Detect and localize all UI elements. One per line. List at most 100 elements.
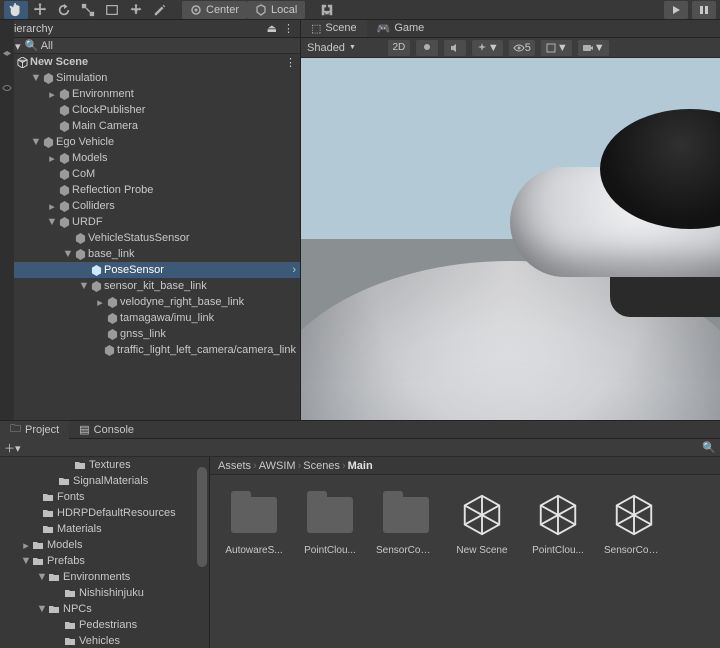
hierarchy-item[interactable]: ▸velodyne_right_base_link bbox=[0, 294, 300, 310]
hierarchy-item[interactable]: ▸Models bbox=[0, 150, 300, 166]
asset-thumb[interactable]: New Scene bbox=[452, 489, 512, 556]
foldout-icon[interactable]: ▼ bbox=[78, 280, 90, 292]
tab-console[interactable]: ▤Console bbox=[69, 421, 144, 439]
scene-context-icon[interactable]: ⋮ bbox=[285, 56, 296, 69]
hierarchy-item[interactable]: tamagawa/imu_link bbox=[0, 310, 300, 326]
project-tree-item[interactable]: Pedestrians bbox=[0, 617, 209, 633]
project-tree-item[interactable]: ▼Environments bbox=[0, 569, 209, 585]
foldout-icon[interactable]: ▼ bbox=[30, 72, 42, 84]
project-tree-item[interactable]: ▼NPCs bbox=[0, 601, 209, 617]
scrollbar-thumb[interactable] bbox=[197, 467, 207, 567]
project-tree-item[interactable]: ▸Models bbox=[0, 537, 209, 553]
layers-icon[interactable] bbox=[2, 50, 12, 63]
move-tool-button[interactable] bbox=[28, 1, 52, 19]
hierarchy-item[interactable]: ▼Ego Vehicle bbox=[0, 134, 300, 150]
camera-toggle[interactable]: ▼ bbox=[578, 40, 609, 56]
hierarchy-item[interactable]: ▼Simulation bbox=[0, 70, 300, 86]
project-tree-item[interactable]: Textures bbox=[0, 457, 209, 473]
hierarchy-item[interactable]: VehicleStatusSensor bbox=[0, 230, 300, 246]
project-tree-item[interactable]: ▼Prefabs bbox=[0, 553, 209, 569]
audio-toggle[interactable] bbox=[444, 40, 466, 56]
foldout-icon[interactable]: ▸ bbox=[46, 88, 58, 101]
project-tree-item[interactable]: Nishishinjuku bbox=[0, 585, 209, 601]
foldout-icon[interactable]: ▸ bbox=[94, 296, 106, 309]
tab-scene[interactable]: ⬚Scene bbox=[301, 20, 367, 37]
foldout-icon[interactable]: ▸ bbox=[46, 152, 58, 165]
asset-grid[interactable]: AutowareS... PointClou... SensorConf... New… bbox=[210, 475, 720, 648]
2d-toggle[interactable]: 2D bbox=[388, 40, 410, 56]
breadcrumb-item[interactable]: AWSIM bbox=[259, 460, 296, 472]
hierarchy-item[interactable]: ▸Environment bbox=[0, 86, 300, 102]
shading-mode-dropdown[interactable]: Shaded▼ bbox=[307, 42, 356, 54]
breadcrumb-item[interactable]: Main bbox=[348, 460, 373, 472]
breadcrumb-item[interactable]: Assets bbox=[218, 460, 251, 472]
gameobject-icon bbox=[90, 264, 102, 276]
rect-tool-button[interactable] bbox=[100, 1, 124, 19]
foldout-icon[interactable]: ▼ bbox=[36, 603, 48, 615]
tab-game[interactable]: 🎮Game bbox=[367, 20, 435, 37]
asset-thumb[interactable]: SensorConf... bbox=[376, 489, 436, 556]
scale-tool-button[interactable] bbox=[76, 1, 100, 19]
gameobject-icon bbox=[74, 248, 86, 260]
folder-icon bbox=[42, 523, 54, 535]
project-tree[interactable]: Textures SignalMaterials Fonts HDRPDefau… bbox=[0, 457, 210, 648]
lighting-toggle[interactable] bbox=[416, 40, 438, 56]
asset-thumb[interactable]: SensorConf... bbox=[604, 489, 664, 556]
pause-button[interactable] bbox=[692, 1, 716, 19]
hierarchy-header[interactable]: Hierarchy ⏏ ⋮ bbox=[0, 20, 300, 38]
project-search[interactable]: 🔍 bbox=[702, 441, 716, 454]
project-tree-item[interactable]: Materials bbox=[0, 521, 209, 537]
gameobject-icon bbox=[58, 168, 70, 180]
fx-toggle[interactable]: ▼ bbox=[472, 40, 503, 56]
foldout-icon[interactable]: ▼ bbox=[30, 136, 42, 148]
create-button[interactable]: ＋▾ bbox=[4, 440, 21, 456]
tab-project[interactable]: 🗀Project bbox=[0, 421, 69, 439]
snap-button[interactable] bbox=[315, 1, 339, 19]
unity-scene-icon bbox=[608, 489, 660, 541]
custom-tool-button[interactable] bbox=[148, 1, 172, 19]
rotate-tool-button[interactable] bbox=[52, 1, 76, 19]
hierarchy-item[interactable]: traffic_light_left_camera/camera_link bbox=[0, 342, 300, 358]
hierarchy-tree[interactable]: ▼ New Scene ⋮ ▼Simulation ▸Environment C… bbox=[0, 54, 300, 420]
asset-thumb[interactable]: AutowareS... bbox=[224, 489, 284, 556]
hidden-toggle[interactable]: 5 bbox=[509, 40, 535, 56]
hierarchy-item[interactable]: gnss_link bbox=[0, 326, 300, 342]
foldout-icon[interactable]: ▼ bbox=[36, 571, 48, 583]
rotation-local-button[interactable]: Local bbox=[247, 1, 305, 19]
chevron-right-icon[interactable]: › bbox=[292, 264, 296, 276]
project-tree-item[interactable]: HDRPDefaultResources bbox=[0, 505, 209, 521]
asset-thumb[interactable]: PointClou... bbox=[528, 489, 588, 556]
lock-icon[interactable]: ⏏ bbox=[267, 22, 277, 35]
foldout-icon[interactable]: ▼ bbox=[62, 248, 74, 260]
project-tree-item[interactable]: Vehicles bbox=[0, 633, 209, 648]
grid-toggle[interactable]: ▼ bbox=[541, 40, 572, 56]
hierarchy-item[interactable]: ▼URDF bbox=[0, 214, 300, 230]
hierarchy-item[interactable]: ▼sensor_kit_base_link bbox=[0, 278, 300, 294]
foldout-icon[interactable]: ▸ bbox=[46, 200, 58, 213]
foldout-icon[interactable]: ▼ bbox=[46, 216, 58, 228]
pivot-center-button[interactable]: Center bbox=[182, 1, 247, 19]
project-tree-item[interactable]: SignalMaterials bbox=[0, 473, 209, 489]
play-button[interactable] bbox=[664, 1, 688, 19]
foldout-icon[interactable]: ▼ bbox=[20, 555, 32, 567]
asset-thumb[interactable]: PointClou... bbox=[300, 489, 360, 556]
scene-viewport[interactable] bbox=[301, 58, 720, 420]
transform-tool-button[interactable] bbox=[124, 1, 148, 19]
hierarchy-menu-icon[interactable]: ⋮ bbox=[283, 22, 294, 35]
scene-row[interactable]: ▼ New Scene ⋮ bbox=[0, 54, 300, 70]
hierarchy-item[interactable]: ▸Colliders bbox=[0, 198, 300, 214]
hierarchy-item[interactable]: Main Camera bbox=[0, 118, 300, 134]
hand-tool-button[interactable] bbox=[4, 1, 28, 19]
eye-icon[interactable] bbox=[2, 83, 12, 96]
hierarchy-item[interactable]: ▼base_link bbox=[0, 246, 300, 262]
project-toolbar: ＋▾ 🔍 bbox=[0, 439, 720, 457]
hierarchy-item[interactable]: ClockPublisher bbox=[0, 102, 300, 118]
hierarchy-item-selected[interactable]: PoseSensor› bbox=[0, 262, 300, 278]
hierarchy-search[interactable]: 🔍 All bbox=[25, 39, 53, 52]
game-tab-icon: 🎮 bbox=[377, 22, 391, 35]
breadcrumb-item[interactable]: Scenes bbox=[303, 460, 340, 472]
hierarchy-item[interactable]: CoM bbox=[0, 166, 300, 182]
foldout-icon[interactable]: ▸ bbox=[20, 539, 32, 552]
project-tree-item[interactable]: Fonts bbox=[0, 489, 209, 505]
hierarchy-item[interactable]: Reflection Probe bbox=[0, 182, 300, 198]
